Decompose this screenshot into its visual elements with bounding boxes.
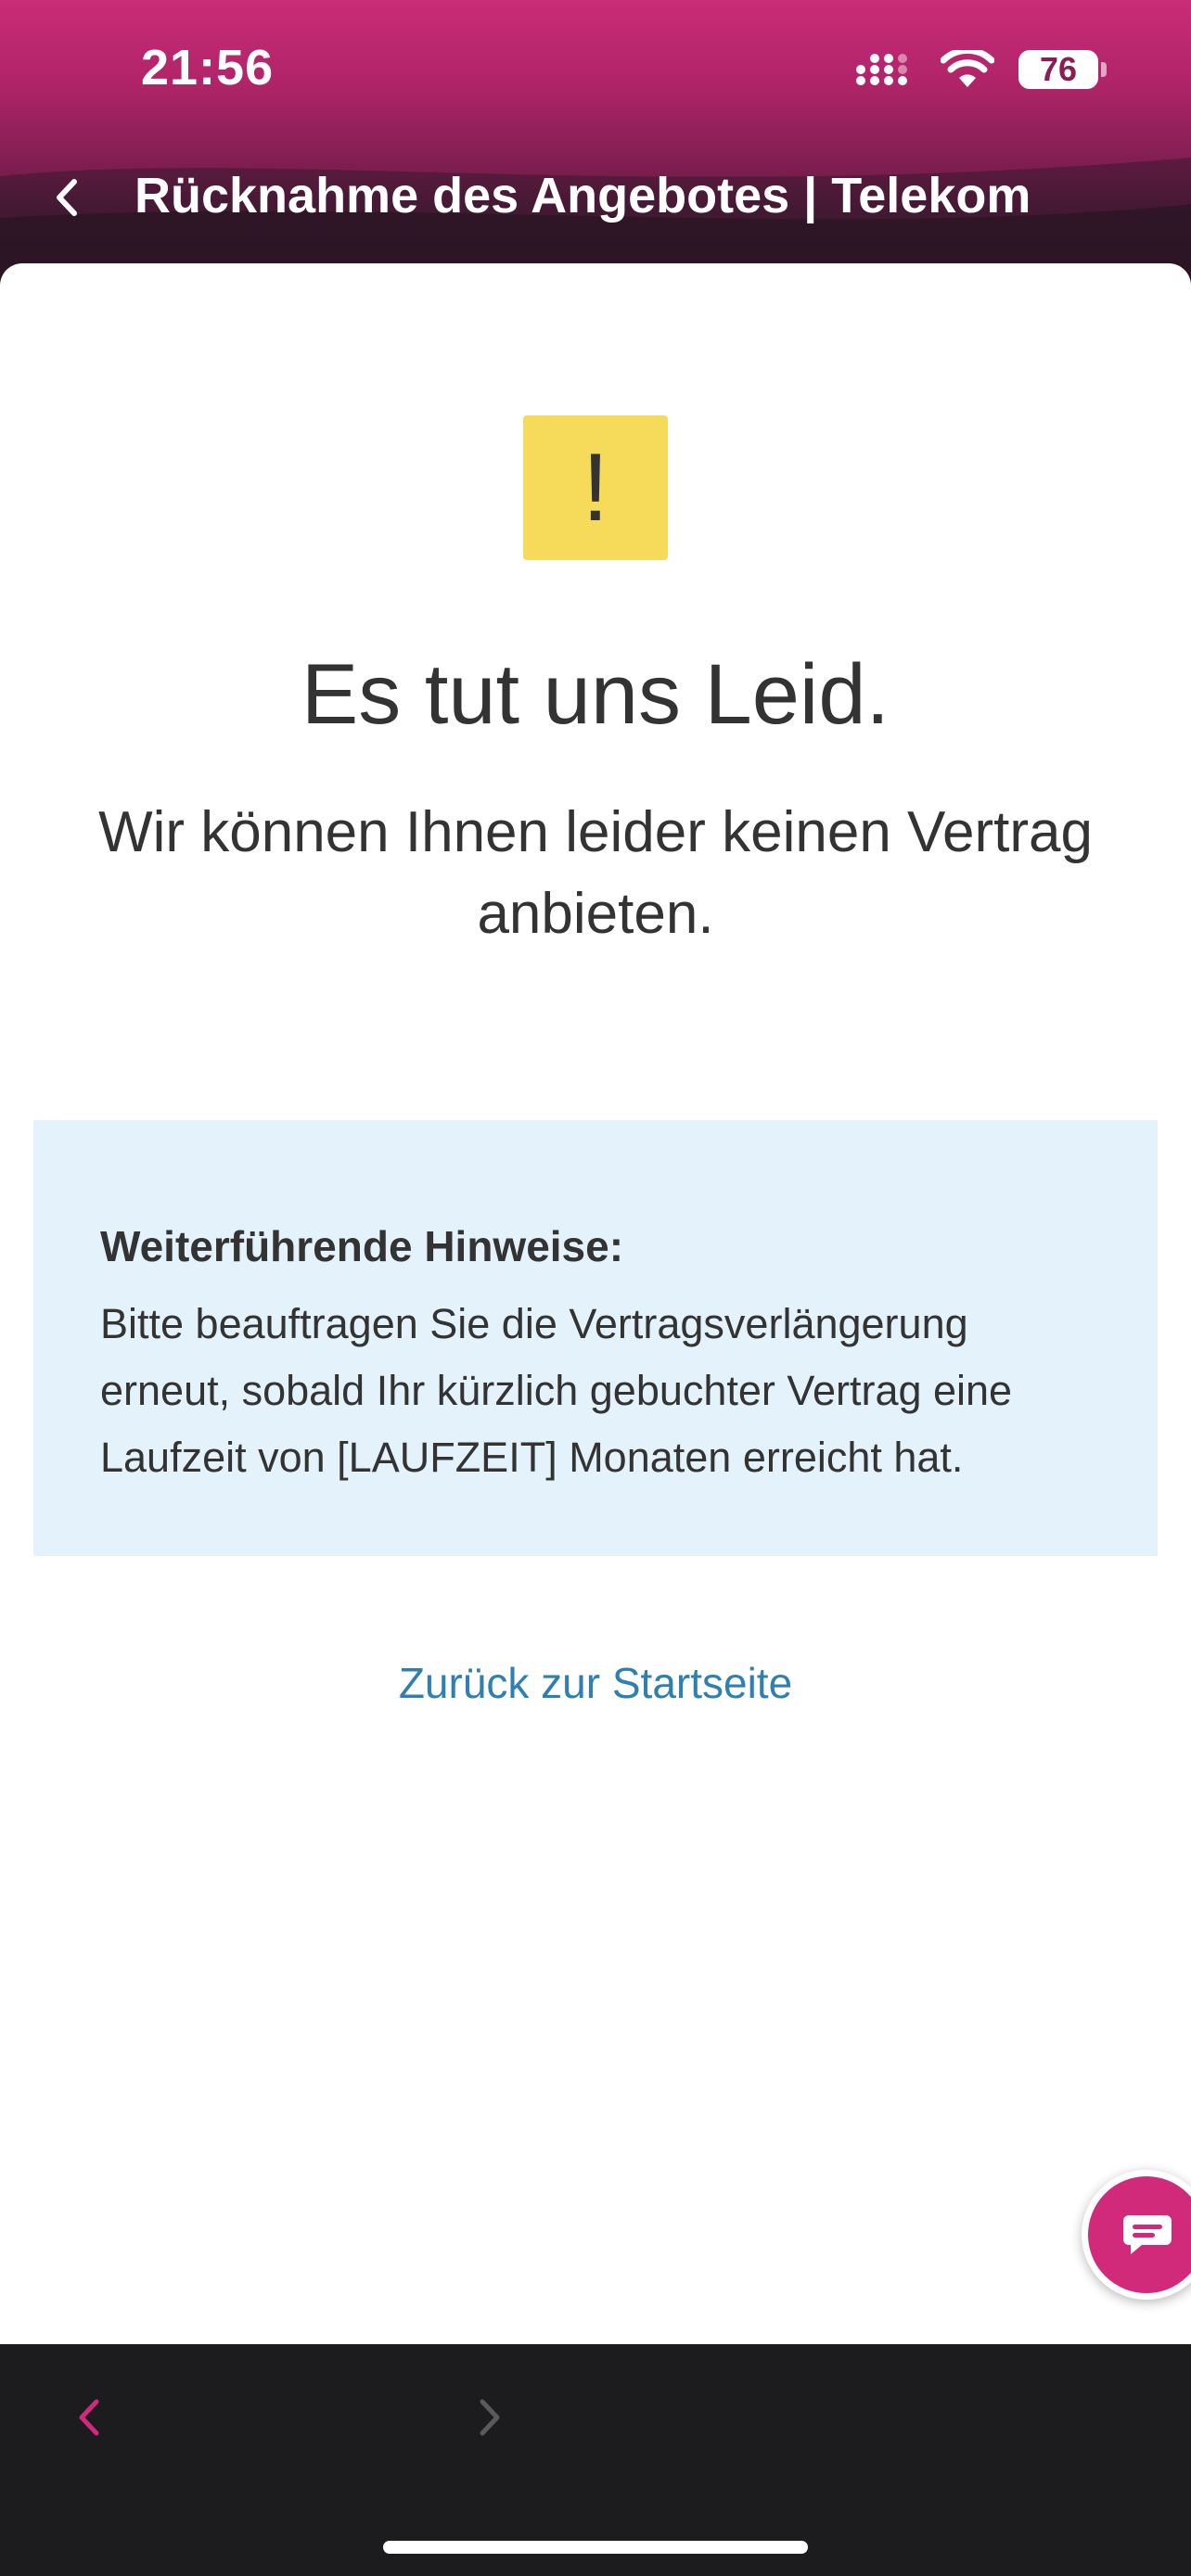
browser-nav-bar [0,2344,1191,2576]
battery-icon: 76 [1018,50,1107,89]
app-header: 21:56 76 Rücknahme des Angebotes | Telek… [0,0,1191,278]
page-title: Rücknahme des Angebotes | Telekom [134,168,1031,223]
battery-level: 76 [1039,50,1078,88]
info-title: Weiterführende Hinweise: [100,1222,624,1270]
info-box: Weiterführende Hinweise: Bitte beauftrag… [33,1120,1158,1556]
wifi-icon [941,50,994,87]
warning-icon: ! [523,415,668,560]
battery-tip [1101,62,1107,77]
nav-back-button[interactable] [72,2396,104,2439]
chat-icon [1123,2215,1172,2254]
nav-forward-button[interactable] [475,2396,506,2439]
info-text: Bitte beauftragen Sie die Vertragsverlän… [100,1300,1013,1481]
status-icons: 76 [855,45,1107,95]
content-card: ! Es tut uns Leid. Wir können Ihnen leid… [0,263,1191,2344]
home-indicator [383,2541,808,2554]
status-time: 21:56 [141,40,275,96]
error-message: Wir können Ihnen leider keinen Vertrag a… [98,800,1093,946]
back-to-home-link[interactable]: Zurück zur Startseite [0,1658,1191,1708]
error-headline: Es tut uns Leid. [301,647,890,742]
signal-icon [856,54,907,85]
back-button[interactable] [48,174,85,221]
